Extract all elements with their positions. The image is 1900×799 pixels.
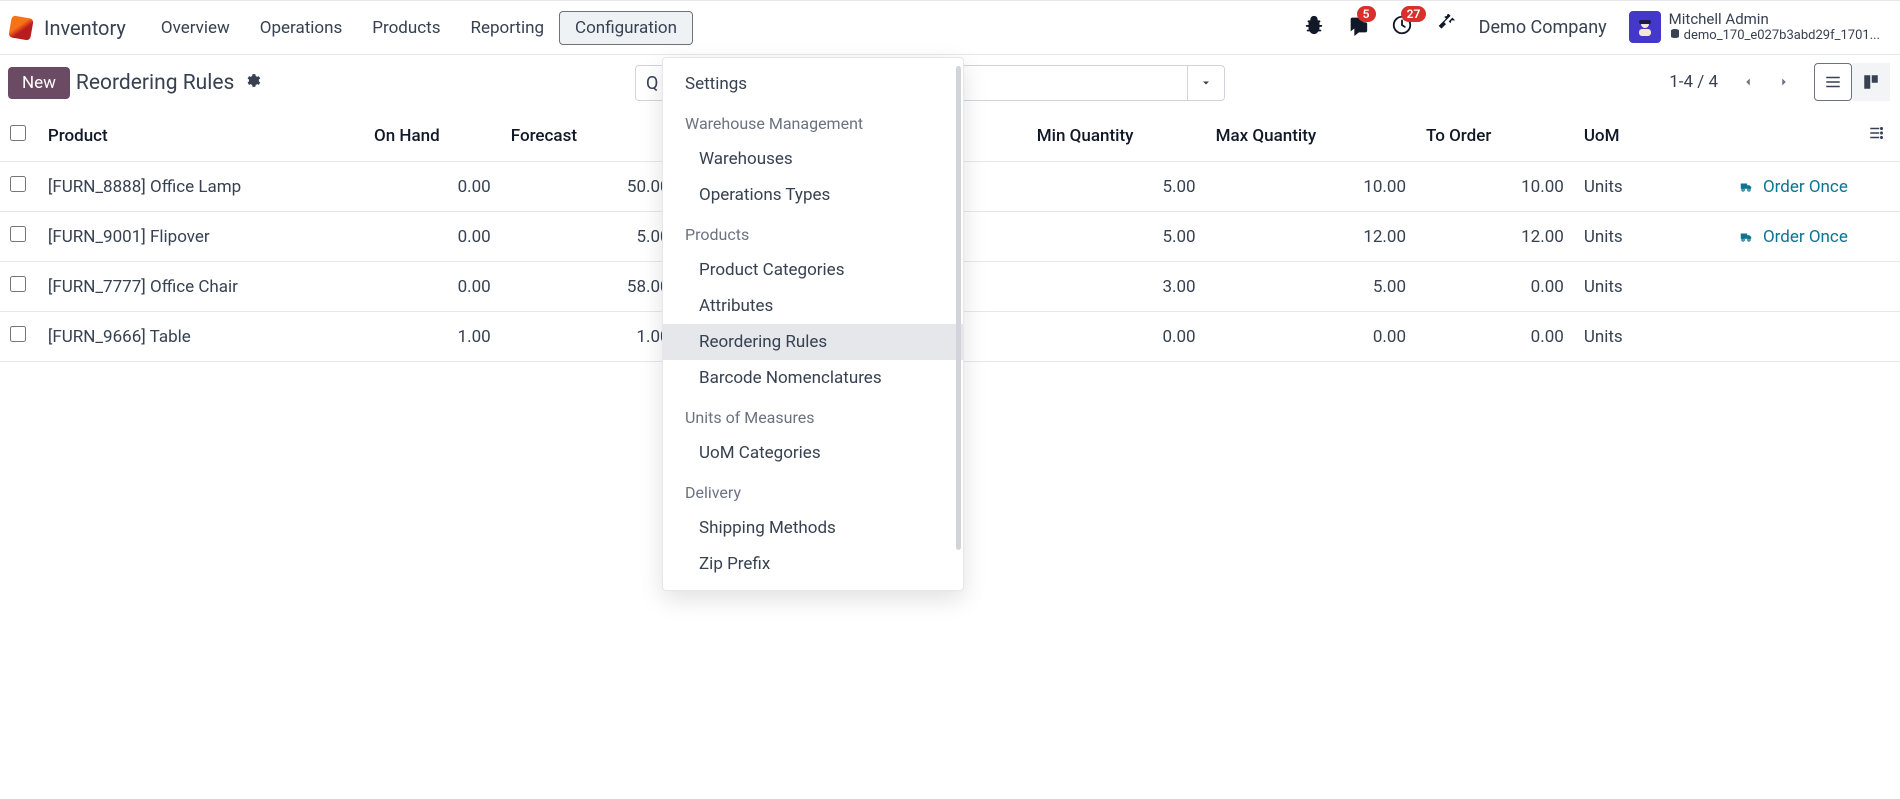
cell-uom: Units: [1574, 212, 1669, 262]
search-options-toggle[interactable]: [1187, 66, 1223, 100]
tools-icon[interactable]: [1435, 14, 1457, 40]
messages-badge: 5: [1357, 6, 1376, 22]
col-on-hand[interactable]: On Hand: [364, 110, 501, 162]
database-icon: [1669, 28, 1681, 44]
dropdown-scrollbar[interactable]: [956, 66, 961, 550]
dropdown-item-warehouses[interactable]: Warehouses: [663, 141, 963, 177]
breadcrumb-title: Reordering Rules: [76, 71, 234, 95]
activities-badge: 27: [1401, 6, 1427, 22]
kanban-view-button[interactable]: [1852, 63, 1890, 101]
cell-max: 0.00: [1206, 312, 1416, 362]
search-hint: Q: [646, 73, 658, 94]
dropdown-item-settings[interactable]: Settings: [663, 66, 963, 102]
messages-icon[interactable]: 5: [1347, 14, 1369, 40]
dropdown-item-reordering-rules[interactable]: Reordering Rules: [663, 324, 963, 360]
gear-icon[interactable]: [244, 72, 261, 93]
dropdown-header: Delivery: [663, 475, 963, 510]
avatar: [1629, 11, 1661, 43]
cell-forecast: 1.00: [501, 312, 680, 362]
new-button[interactable]: New: [8, 67, 70, 99]
app-logo[interactable]: [8, 15, 33, 40]
activities-icon[interactable]: 27: [1391, 14, 1413, 40]
select-all-checkbox[interactable]: [10, 125, 26, 141]
nav-configuration[interactable]: Configuration: [559, 11, 693, 45]
cell-forecast: 5.00: [501, 212, 680, 262]
pager-text[interactable]: 1-4 / 4: [1669, 72, 1718, 92]
company-switcher[interactable]: Demo Company: [1479, 17, 1607, 38]
cell-max: 5.00: [1206, 262, 1416, 312]
pager-next-button[interactable]: [1766, 64, 1802, 100]
cell-to-order: 0.00: [1416, 262, 1574, 312]
cell-on-hand: 0.00: [364, 162, 501, 212]
cell-product: [FURN_9001] Flipover: [38, 212, 364, 262]
cell-max: 12.00: [1206, 212, 1416, 262]
nav-reporting[interactable]: Reporting: [456, 12, 560, 44]
order-once-button[interactable]: Order Once: [1678, 177, 1847, 197]
dropdown-header: Warehouse Management: [663, 106, 963, 141]
cell-max: 10.00: [1206, 162, 1416, 212]
configuration-dropdown: Settings Warehouse ManagementWarehousesOp…: [662, 57, 964, 591]
dropdown-item-barcode-nomenclatures[interactable]: Barcode Nomenclatures: [663, 360, 963, 396]
cell-to-order: 12.00: [1416, 212, 1574, 262]
cell-uom: Units: [1574, 312, 1669, 362]
user-name: Mitchell Admin: [1669, 11, 1880, 28]
nav-products[interactable]: Products: [357, 12, 455, 44]
dropdown-item-operations-types[interactable]: Operations Types: [663, 177, 963, 213]
dropdown-item-zip-prefix[interactable]: Zip Prefix: [663, 546, 963, 582]
order-once-button[interactable]: Order Once: [1678, 227, 1847, 247]
col-forecast[interactable]: Forecast: [501, 110, 680, 162]
cell-product: [FURN_9666] Table: [38, 312, 364, 362]
row-checkbox[interactable]: [10, 326, 26, 342]
cell-min: 0.00: [1027, 312, 1206, 362]
cell-to-order: 10.00: [1416, 162, 1574, 212]
cell-min: 5.00: [1027, 212, 1206, 262]
dropdown-header: Units of Measures: [663, 400, 963, 435]
cell-uom: Units: [1574, 262, 1669, 312]
user-menu[interactable]: Mitchell Admin demo_170_e027b3abd29f_170…: [1629, 11, 1880, 44]
debug-icon[interactable]: [1303, 14, 1325, 40]
main-nav: OverviewOperationsProductsReportingConfi…: [146, 11, 693, 45]
dropdown-item-attributes[interactable]: Attributes: [663, 288, 963, 324]
column-options-icon[interactable]: [1868, 127, 1886, 147]
cell-forecast: 50.00: [501, 162, 680, 212]
cell-to-order: 0.00: [1416, 312, 1574, 362]
cell-min: 5.00: [1027, 162, 1206, 212]
cell-product: [FURN_8888] Office Lamp: [38, 162, 364, 212]
cell-uom: Units: [1574, 162, 1669, 212]
database-name: demo_170_e027b3abd29f_1701...: [1684, 29, 1880, 43]
topbar-right: 5 27 Demo Company Mitchell Admin demo_17…: [1303, 11, 1890, 44]
row-checkbox[interactable]: [10, 176, 26, 192]
col-min[interactable]: Min Quantity: [1027, 110, 1206, 162]
cell-on-hand: 1.00: [364, 312, 501, 362]
row-checkbox[interactable]: [10, 276, 26, 292]
dropdown-item-shipping-methods[interactable]: Shipping Methods: [663, 510, 963, 546]
cell-forecast: 58.00: [501, 262, 680, 312]
pager-prev-button[interactable]: [1730, 64, 1766, 100]
cell-product: [FURN_7777] Office Chair: [38, 262, 364, 312]
col-uom[interactable]: UoM: [1574, 110, 1669, 162]
cell-on-hand: 0.00: [364, 212, 501, 262]
col-to-order[interactable]: To Order: [1416, 110, 1574, 162]
cell-on-hand: 0.00: [364, 262, 501, 312]
nav-operations[interactable]: Operations: [245, 12, 358, 44]
cell-min: 3.00: [1027, 262, 1206, 312]
col-product[interactable]: Product: [38, 110, 364, 162]
list-view-button[interactable]: [1814, 63, 1852, 101]
dropdown-item-product-categories[interactable]: Product Categories: [663, 252, 963, 288]
row-checkbox[interactable]: [10, 226, 26, 242]
app-title[interactable]: Inventory: [44, 16, 126, 40]
dropdown-item-uom-categories[interactable]: UoM Categories: [663, 435, 963, 471]
top-nav: Inventory OverviewOperationsProductsRepo…: [0, 0, 1900, 55]
col-max[interactable]: Max Quantity: [1206, 110, 1416, 162]
nav-overview[interactable]: Overview: [146, 12, 245, 44]
dropdown-header: Products: [663, 217, 963, 252]
